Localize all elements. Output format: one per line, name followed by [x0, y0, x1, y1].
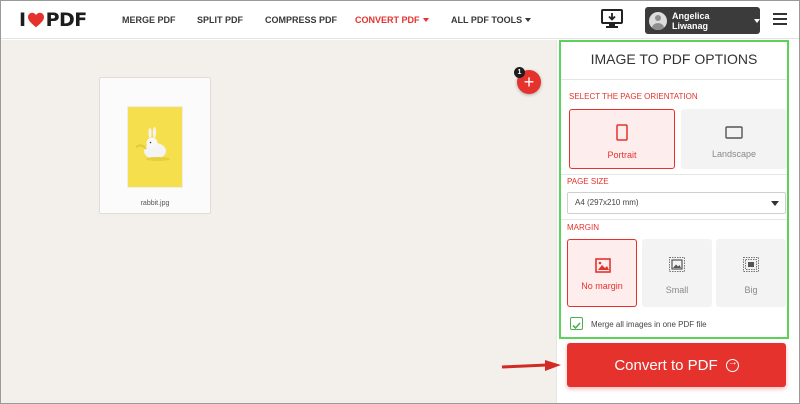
- caret-down-icon: [754, 18, 760, 23]
- nav-compress-pdf[interactable]: COMPRESS PDF: [265, 1, 337, 39]
- orientation-landscape-option[interactable]: Landscape: [681, 109, 787, 169]
- hamburger-icon[interactable]: [773, 13, 787, 25]
- margin-big-option[interactable]: Big: [716, 239, 786, 307]
- app-window: I PDF MERGE PDF SPLIT PDF COMPRESS PDF C…: [0, 0, 800, 404]
- image-no-margin-icon: [595, 258, 611, 273]
- divider: [561, 174, 787, 175]
- nav-label: ALL PDF TOOLS: [451, 15, 523, 25]
- heart-icon: [27, 12, 44, 28]
- file-workspace: rabbit.jpg + 1: [1, 40, 556, 403]
- convert-label: Convert to PDF: [614, 356, 718, 374]
- orientation-portrait-option[interactable]: Portrait: [569, 109, 675, 169]
- image-small-margin-icon: [669, 257, 685, 272]
- nav-label: COMPRESS PDF: [265, 15, 338, 25]
- nav-convert-pdf[interactable]: CONVERT PDF: [355, 1, 429, 39]
- arrow-right-circle-icon: [725, 357, 739, 372]
- margin-none-option[interactable]: No margin: [567, 239, 637, 307]
- divider: [561, 79, 787, 80]
- image-big-margin-icon: [743, 257, 759, 272]
- nav-split-pdf[interactable]: SPLIT PDF: [197, 1, 243, 39]
- landscape-page-icon: [725, 126, 743, 139]
- file-count-badge: 1: [514, 67, 525, 78]
- orientation-label-text: Landscape: [711, 149, 757, 159]
- page-size-label: PAGE SIZE: [567, 177, 609, 186]
- margin-label: MARGIN: [567, 223, 599, 232]
- options-title: IMAGE TO PDF OPTIONS: [590, 51, 758, 67]
- user-menu-button[interactable]: Angelica Liwanag: [645, 7, 760, 34]
- merge-images-checkbox[interactable]: [570, 317, 583, 330]
- top-navbar: I PDF MERGE PDF SPLIT PDF COMPRESS PDF C…: [1, 1, 799, 39]
- logo-letter: I: [19, 9, 26, 31]
- orientation-label: SELECT THE PAGE ORIENTATION: [569, 92, 698, 101]
- monitor-download-icon: [601, 9, 623, 28]
- image-thumbnail: [128, 107, 182, 187]
- margin-option-label: No margin: [581, 281, 623, 291]
- page-size-select[interactable]: A4 (297x210 mm): [567, 192, 786, 214]
- user-name: Angelica Liwanag: [672, 10, 710, 31]
- plus-icon: +: [523, 72, 535, 92]
- rabbit-image: [128, 107, 182, 187]
- nav-merge-pdf[interactable]: MERGE PDF: [122, 1, 176, 39]
- margin-option-label: Big: [744, 285, 758, 295]
- portrait-page-icon: [616, 124, 628, 141]
- avatar: [649, 11, 667, 30]
- caret-down-icon: [771, 201, 779, 206]
- margin-small-option[interactable]: Small: [642, 239, 712, 307]
- nav-label: SPLIT PDF: [197, 15, 244, 25]
- annotation-arrow: [501, 360, 561, 371]
- divider: [561, 219, 787, 220]
- caret-down-icon: [422, 18, 429, 22]
- merge-images-label: Merge all images in one PDF file: [591, 320, 707, 329]
- nav-all-pdf-tools[interactable]: ALL PDF TOOLS: [451, 1, 532, 39]
- checkmark-icon: [572, 322, 581, 330]
- nav-label: MERGE PDF: [122, 15, 176, 25]
- file-name: rabbit.jpg: [140, 200, 170, 207]
- logo-word: PDF: [45, 9, 88, 31]
- orientation-label-text: Portrait: [607, 150, 637, 160]
- caret-down-icon: [525, 18, 532, 22]
- file-card[interactable]: rabbit.jpg: [99, 77, 211, 214]
- ilovepdf-logo[interactable]: I PDF: [19, 9, 87, 31]
- page-size-value: A4 (297x210 mm): [575, 198, 639, 207]
- desktop-app-button[interactable]: [601, 9, 623, 34]
- nav-label: CONVERT PDF: [355, 15, 420, 25]
- convert-to-pdf-button[interactable]: Convert to PDF: [567, 343, 786, 387]
- margin-option-label: Small: [665, 285, 689, 295]
